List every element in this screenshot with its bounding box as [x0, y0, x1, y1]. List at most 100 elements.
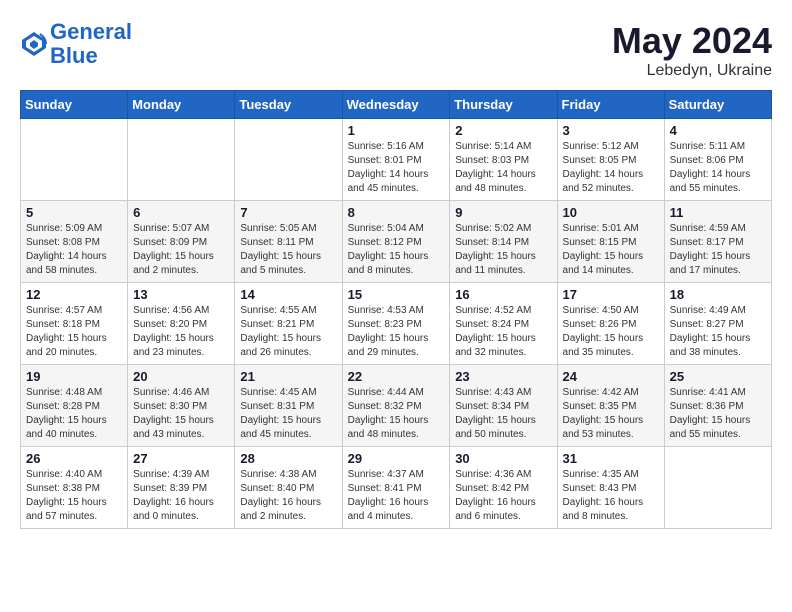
page-header: General Blue May 2024 Lebedyn, Ukraine [20, 20, 772, 80]
day-info: Sunrise: 5:14 AM Sunset: 8:03 PM Dayligh… [455, 140, 551, 196]
location: Lebedyn, Ukraine [612, 62, 772, 80]
day-number: 6 [133, 205, 229, 220]
day-info: Sunrise: 4:55 AM Sunset: 8:21 PM Dayligh… [240, 304, 336, 360]
day-info: Sunrise: 4:45 AM Sunset: 8:31 PM Dayligh… [240, 386, 336, 442]
day-number: 10 [563, 205, 659, 220]
calendar-cell: 1Sunrise: 5:16 AM Sunset: 8:01 PM Daylig… [342, 119, 450, 201]
day-info: Sunrise: 4:46 AM Sunset: 8:30 PM Dayligh… [133, 386, 229, 442]
day-info: Sunrise: 4:59 AM Sunset: 8:17 PM Dayligh… [670, 222, 766, 278]
day-number: 1 [348, 123, 445, 138]
day-info: Sunrise: 4:49 AM Sunset: 8:27 PM Dayligh… [670, 304, 766, 360]
calendar-cell [235, 119, 342, 201]
calendar-cell: 12 Sunrise: 4:57 AM Sunset: 8:18 PM Dayli… [21, 283, 128, 365]
day-info: Sunrise: 4:56 AM Sunset: 8:20 PM Dayligh… [133, 304, 229, 360]
calendar-header: SundayMondayTuesdayWednesdayThursdayFrid… [21, 91, 772, 119]
calendar-cell: 7 Sunrise: 5:05 AM Sunset: 8:11 PM Daylig… [235, 201, 342, 283]
calendar-cell: 16 Sunrise: 4:52 AM Sunset: 8:24 PM Dayli… [450, 283, 557, 365]
day-info: Sunrise: 4:43 AM Sunset: 8:34 PM Dayligh… [455, 386, 551, 442]
day-info: Sunrise: 4:48 AM Sunset: 8:28 PM Dayligh… [26, 386, 122, 442]
day-number: 3 [563, 123, 659, 138]
month-title: May 2024 [612, 20, 772, 62]
day-info: Sunrise: 4:37 AM Sunset: 8:41 PM Dayligh… [348, 468, 445, 524]
day-info: Sunrise: 4:53 AM Sunset: 8:23 PM Dayligh… [348, 304, 445, 360]
day-number: 15 [348, 287, 445, 302]
day-info: Sunrise: 4:44 AM Sunset: 8:32 PM Dayligh… [348, 386, 445, 442]
logo: General Blue [20, 20, 132, 68]
weekday-header: Thursday [450, 91, 557, 119]
calendar-cell: 21 Sunrise: 4:45 AM Sunset: 8:31 PM Dayli… [235, 365, 342, 447]
day-number: 18 [670, 287, 766, 302]
weekday-header: Friday [557, 91, 664, 119]
day-info: Sunrise: 4:52 AM Sunset: 8:24 PM Dayligh… [455, 304, 551, 360]
day-info: Sunrise: 5:12 AM Sunset: 8:05 PM Dayligh… [563, 140, 659, 196]
calendar-cell: 30Sunrise: 4:36 AM Sunset: 8:42 PM Dayli… [450, 447, 557, 529]
calendar-cell: 20 Sunrise: 4:46 AM Sunset: 8:30 PM Dayli… [128, 365, 235, 447]
calendar-cell: 27 Sunrise: 4:39 AM Sunset: 8:39 PM Dayli… [128, 447, 235, 529]
day-number: 23 [455, 369, 551, 384]
day-info: Sunrise: 5:04 AM Sunset: 8:12 PM Dayligh… [348, 222, 445, 278]
calendar-cell: 10 Sunrise: 5:01 AM Sunset: 8:15 PM Dayli… [557, 201, 664, 283]
day-info: Sunrise: 5:09 AM Sunset: 8:08 PM Dayligh… [26, 222, 122, 278]
day-info: Sunrise: 4:57 AM Sunset: 8:18 PM Dayligh… [26, 304, 122, 360]
calendar-cell: 5 Sunrise: 5:09 AM Sunset: 8:08 PM Daylig… [21, 201, 128, 283]
calendar-cell: 25 Sunrise: 4:41 AM Sunset: 8:36 PM Dayli… [664, 365, 771, 447]
calendar-cell [21, 119, 128, 201]
day-number: 5 [26, 205, 122, 220]
weekday-header: Sunday [21, 91, 128, 119]
day-number: 9 [455, 205, 551, 220]
day-number: 30 [455, 451, 551, 466]
day-info: Sunrise: 4:40 AM Sunset: 8:38 PM Dayligh… [26, 468, 122, 524]
calendar-cell: 8 Sunrise: 5:04 AM Sunset: 8:12 PM Daylig… [342, 201, 450, 283]
weekday-header: Saturday [664, 91, 771, 119]
day-info: Sunrise: 5:05 AM Sunset: 8:11 PM Dayligh… [240, 222, 336, 278]
calendar-table: SundayMondayTuesdayWednesdayThursdayFrid… [20, 90, 772, 529]
calendar-cell: 17Sunrise: 4:50 AM Sunset: 8:26 PM Dayli… [557, 283, 664, 365]
day-info: Sunrise: 4:42 AM Sunset: 8:35 PM Dayligh… [563, 386, 659, 442]
calendar-cell [128, 119, 235, 201]
day-info: Sunrise: 4:39 AM Sunset: 8:39 PM Dayligh… [133, 468, 229, 524]
calendar-cell: 2 Sunrise: 5:14 AM Sunset: 8:03 PM Daylig… [450, 119, 557, 201]
calendar-cell: 11 Sunrise: 4:59 AM Sunset: 8:17 PM Dayli… [664, 201, 771, 283]
calendar-cell: 6 Sunrise: 5:07 AM Sunset: 8:09 PM Daylig… [128, 201, 235, 283]
day-number: 2 [455, 123, 551, 138]
calendar-cell: 4 Sunrise: 5:11 AM Sunset: 8:06 PM Daylig… [664, 119, 771, 201]
calendar-cell: 28 Sunrise: 4:38 AM Sunset: 8:40 PM Dayli… [235, 447, 342, 529]
day-number: 28 [240, 451, 336, 466]
day-number: 29 [348, 451, 445, 466]
day-info: Sunrise: 5:11 AM Sunset: 8:06 PM Dayligh… [670, 140, 766, 196]
day-info: Sunrise: 5:01 AM Sunset: 8:15 PM Dayligh… [563, 222, 659, 278]
day-number: 21 [240, 369, 336, 384]
day-info: Sunrise: 4:50 AM Sunset: 8:26 PM Dayligh… [563, 304, 659, 360]
calendar-cell: 14 Sunrise: 4:55 AM Sunset: 8:21 PM Dayli… [235, 283, 342, 365]
calendar-cell: 15 Sunrise: 4:53 AM Sunset: 8:23 PM Dayli… [342, 283, 450, 365]
day-number: 27 [133, 451, 229, 466]
day-number: 31 [563, 451, 659, 466]
calendar-cell: 22Sunrise: 4:44 AM Sunset: 8:32 PM Dayli… [342, 365, 450, 447]
day-number: 20 [133, 369, 229, 384]
calendar-cell: 31Sunrise: 4:35 AM Sunset: 8:43 PM Dayli… [557, 447, 664, 529]
day-number: 16 [455, 287, 551, 302]
calendar-cell: 26 Sunrise: 4:40 AM Sunset: 8:38 PM Dayli… [21, 447, 128, 529]
day-info: Sunrise: 5:07 AM Sunset: 8:09 PM Dayligh… [133, 222, 229, 278]
weekday-header: Wednesday [342, 91, 450, 119]
calendar-cell: 18 Sunrise: 4:49 AM Sunset: 8:27 PM Dayli… [664, 283, 771, 365]
day-number: 7 [240, 205, 336, 220]
logo-icon [20, 30, 48, 58]
day-number: 26 [26, 451, 122, 466]
day-info: Sunrise: 4:41 AM Sunset: 8:36 PM Dayligh… [670, 386, 766, 442]
day-info: Sunrise: 4:38 AM Sunset: 8:40 PM Dayligh… [240, 468, 336, 524]
calendar-cell: 29 Sunrise: 4:37 AM Sunset: 8:41 PM Dayli… [342, 447, 450, 529]
day-number: 14 [240, 287, 336, 302]
calendar-cell: 3 Sunrise: 5:12 AM Sunset: 8:05 PM Daylig… [557, 119, 664, 201]
day-number: 13 [133, 287, 229, 302]
calendar-cell: 9 Sunrise: 5:02 AM Sunset: 8:14 PM Daylig… [450, 201, 557, 283]
day-number: 12 [26, 287, 122, 302]
day-number: 25 [670, 369, 766, 384]
calendar-cell: 23 Sunrise: 4:43 AM Sunset: 8:34 PM Dayli… [450, 365, 557, 447]
day-number: 8 [348, 205, 445, 220]
day-info: Sunrise: 5:02 AM Sunset: 8:14 PM Dayligh… [455, 222, 551, 278]
day-number: 4 [670, 123, 766, 138]
day-number: 11 [670, 205, 766, 220]
calendar-cell: 13 Sunrise: 4:56 AM Sunset: 8:20 PM Dayli… [128, 283, 235, 365]
calendar-cell [664, 447, 771, 529]
